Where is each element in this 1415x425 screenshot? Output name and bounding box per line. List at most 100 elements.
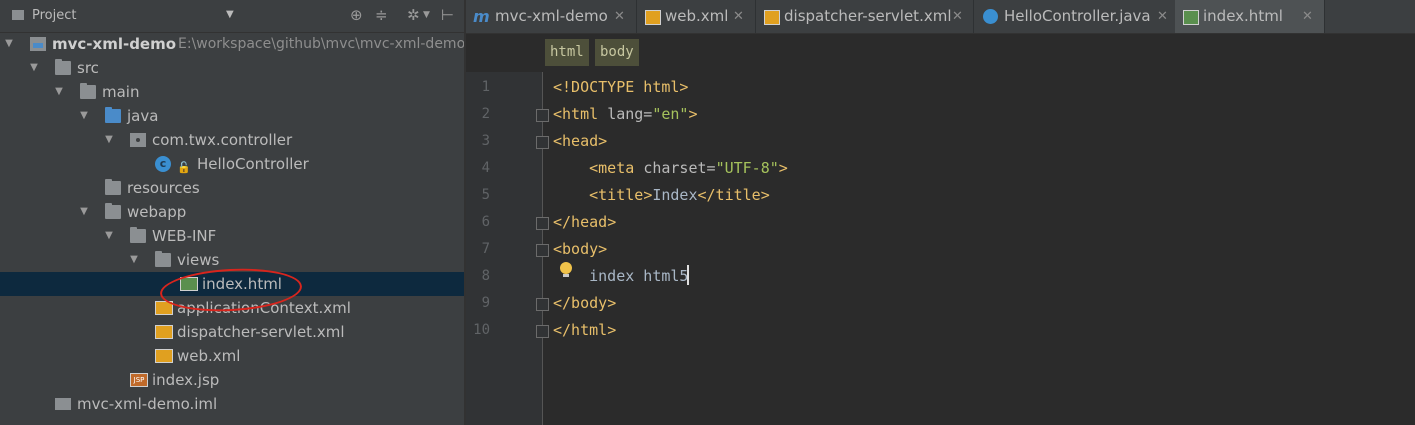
code-line[interactable]: </body>: [553, 290, 616, 317]
folder-icon: [55, 59, 71, 75]
tab-label: dispatcher-servlet.xml: [784, 7, 952, 25]
code-line[interactable]: </head>: [553, 209, 616, 236]
lightbulb-icon[interactable]: [560, 262, 572, 277]
close-icon[interactable]: ✕: [1157, 0, 1168, 33]
close-icon[interactable]: ✕: [614, 0, 625, 33]
breadcrumb: html body: [466, 34, 1415, 72]
tree-item-label: WEB-INF: [152, 227, 217, 245]
tree-item-mvc-xml-demo[interactable]: ▼ mvc-xml-demo E:\workspace\github\mvc\m…: [0, 32, 464, 56]
tree-item-label: web.xml: [177, 347, 241, 365]
tab-web-xml[interactable]: web.xml ✕: [636, 0, 756, 33]
gear-dropdown-icon[interactable]: ▼: [423, 10, 430, 20]
maven-icon: m: [473, 7, 490, 26]
folder-icon: [80, 83, 96, 99]
tab-index-html[interactable]: index.html ✕: [1175, 0, 1325, 33]
source-folder-icon: [105, 107, 121, 123]
gear-icon[interactable]: ✲: [407, 6, 420, 24]
close-icon[interactable]: ✕: [952, 0, 963, 33]
expand-arrow-icon[interactable]: ▼: [77, 104, 91, 128]
code-line[interactable]: <meta charset="UTF-8">: [553, 155, 788, 182]
tree-item-main[interactable]: ▼ main: [0, 80, 464, 104]
fold-marker-icon[interactable]: [536, 244, 549, 257]
tree-item-web-xml[interactable]: web.xml: [0, 344, 464, 368]
line-number: 6: [481, 214, 490, 230]
tree-item-label: mvc-xml-demo.iml: [77, 395, 218, 413]
fold-marker-icon[interactable]: [536, 136, 549, 149]
line-number: 3: [481, 133, 490, 149]
iml-file-icon: [55, 398, 71, 410]
tree-item-java[interactable]: ▼ java: [0, 104, 464, 128]
expand-arrow-icon[interactable]: ▼: [27, 56, 41, 80]
tree-item-label: src: [77, 59, 99, 77]
expand-arrow-icon[interactable]: ▼: [52, 80, 66, 104]
tree-item-label: dispatcher-servlet.xml: [177, 323, 345, 341]
code-line[interactable]: <title>Index</title>: [553, 182, 770, 209]
package-icon: [130, 133, 146, 147]
breadcrumb-body[interactable]: body: [595, 39, 639, 66]
tab-label: HelloController.java: [1004, 7, 1151, 25]
tree-item-label: HelloController: [197, 155, 309, 173]
line-number: 4: [481, 160, 490, 176]
code-line[interactable]: <!DOCTYPE html>: [553, 74, 688, 101]
project-folder-icon: [30, 37, 46, 51]
tab-label: index.html: [1203, 7, 1283, 25]
project-view-icon[interactable]: [12, 10, 24, 20]
line-number: 1: [481, 79, 490, 95]
code-line[interactable]: <body>: [553, 236, 607, 263]
access-icon: 🔓: [177, 161, 191, 174]
code-line[interactable]: index html5: [553, 263, 688, 290]
tree-item-label: webapp: [127, 203, 187, 221]
chevron-down-icon[interactable]: ▼: [226, 9, 234, 20]
breadcrumb-html[interactable]: html: [545, 39, 589, 66]
tab-label: web.xml: [665, 7, 729, 25]
folder-icon: [155, 251, 171, 267]
line-number: 9: [481, 295, 490, 311]
expand-arrow-icon[interactable]: ▼: [127, 248, 141, 272]
tree-item-webapp[interactable]: ▼ webapp: [0, 200, 464, 224]
resources-folder-icon: [105, 179, 121, 195]
code-line[interactable]: </html>: [553, 317, 616, 344]
html-file-icon: [1183, 10, 1199, 25]
close-icon[interactable]: ✕: [1302, 0, 1313, 33]
tab-dispatcher-servlet-xml[interactable]: dispatcher-servlet.xml ✕: [755, 0, 974, 33]
xml-file-icon: [764, 10, 780, 25]
folder-icon: [130, 227, 146, 243]
code-line[interactable]: <html lang="en">: [553, 101, 698, 128]
tree-item-label: com.twx.controller: [152, 131, 293, 149]
tree-item-mvc-xml-demo-iml[interactable]: mvc-xml-demo.iml: [0, 392, 464, 416]
xml-file-icon: [155, 325, 173, 339]
line-number: 2: [481, 106, 490, 122]
project-panel-title[interactable]: Project: [32, 8, 76, 23]
expand-arrow-icon[interactable]: ▼: [102, 224, 116, 248]
tree-item-web-inf[interactable]: ▼ WEB-INF: [0, 224, 464, 248]
expand-arrow-icon[interactable]: ▼: [77, 200, 91, 224]
tree-item-dispatcher-servlet-xml[interactable]: dispatcher-servlet.xml: [0, 320, 464, 344]
tree-item-label: mvc-xml-demo: [52, 35, 177, 53]
tree-item-com-twx-controller[interactable]: ▼ com.twx.controller: [0, 128, 464, 152]
project-tool-window: Project ▼ ⊕ ≑ ✲ ▼ ⊢ ▼ mvc-xml-demo E:\wo…: [0, 0, 464, 425]
fold-marker-icon[interactable]: [536, 298, 549, 311]
close-icon[interactable]: ✕: [733, 0, 744, 33]
fold-marker-icon[interactable]: [536, 325, 549, 338]
tree-item-label: main: [102, 83, 140, 101]
fold-marker-icon[interactable]: [536, 217, 549, 230]
tree-item-resources[interactable]: resources: [0, 176, 464, 200]
tree-item-label: resources: [127, 179, 200, 197]
hide-panel-icon[interactable]: ⊢: [441, 6, 454, 24]
expand-arrow-icon[interactable]: ▼: [102, 128, 116, 152]
class-icon: c: [155, 156, 171, 172]
fold-marker-icon[interactable]: [536, 109, 549, 122]
code-line[interactable]: <head>: [553, 128, 607, 155]
collapse-all-icon[interactable]: ≑: [375, 6, 388, 24]
expand-arrow-icon[interactable]: ▼: [2, 32, 16, 56]
tree-item-index-jsp[interactable]: JSP index.jsp: [0, 368, 464, 392]
tree-item-label: java: [127, 107, 159, 125]
tree-item-src[interactable]: ▼ src: [0, 56, 464, 80]
tab-mvc-xml-demo[interactable]: m mvc-xml-demo ✕: [466, 0, 637, 33]
project-panel-header: Project ▼ ⊕ ≑ ✲ ▼ ⊢: [0, 0, 464, 33]
tab-label: mvc-xml-demo: [495, 7, 608, 25]
tree-item-hellocontroller[interactable]: c 🔓 HelloController: [0, 152, 464, 176]
tab-hellocontroller-java[interactable]: HelloController.java ✕: [973, 0, 1176, 33]
web-folder-icon: [105, 203, 121, 219]
scroll-from-source-icon[interactable]: ⊕: [350, 6, 363, 24]
